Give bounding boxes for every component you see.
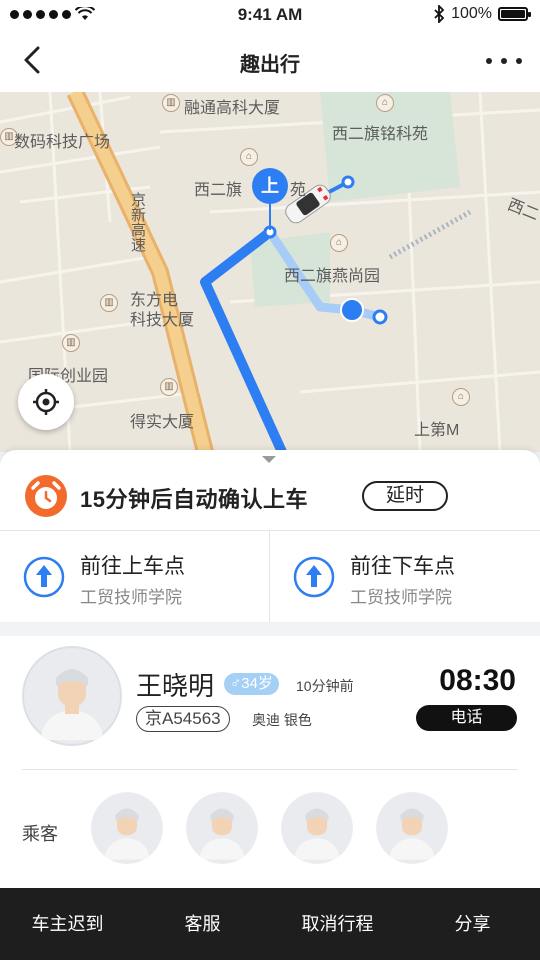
map-label-shangdi: 上第M: [414, 422, 460, 439]
poi-home-icon: ⌂: [452, 388, 470, 406]
customer-service-button[interactable]: 客服: [135, 888, 270, 960]
map-label-shuma: 数码科技广场: [14, 134, 111, 151]
go-to-pickup-button[interactable]: 前往上车点 工贸技师学院: [0, 531, 270, 622]
dropoff-title: 前往下车点: [350, 555, 455, 578]
delay-button[interactable]: 延时: [362, 481, 448, 511]
person-placeholder-icon: [376, 792, 448, 864]
collapse-handle-icon[interactable]: [262, 456, 276, 463]
map-label-dongfang-2: 科技大厦: [130, 312, 195, 329]
map-view[interactable]: ▥ ⌂ ⌂ ⌂ ▥ ▥ ▥ ⌂ ▥ 融通高科大厦 数码科技广场 西二旗铭科苑 西…: [0, 92, 540, 452]
bluetooth-icon: [434, 5, 445, 23]
bottom-action-bar: 车主迟到 客服 取消行程 分享: [0, 888, 540, 960]
passengers-label: 乘客: [22, 824, 58, 844]
person-placeholder-icon: [281, 792, 353, 864]
battery-percent: 100%: [451, 5, 492, 22]
share-button[interactable]: 分享: [405, 888, 540, 960]
poi-home-icon: ⌂: [330, 234, 348, 252]
license-plate: 京A54563: [136, 706, 230, 732]
poi-building-icon: ▥: [160, 378, 178, 396]
more-button[interactable]: [486, 48, 522, 74]
passenger-avatar[interactable]: [91, 792, 163, 864]
pickup-title: 前往上车点: [80, 555, 185, 578]
person-placeholder-icon: [22, 646, 122, 746]
person-placeholder-icon: [91, 792, 163, 864]
passenger-avatar[interactable]: [376, 792, 448, 864]
app-root: 9:41 AM 100% 趣出行 ▥ ⌂ ⌂ ⌂ ▥ ▥ ▥ ⌂ ▥ 融通高科大…: [0, 0, 540, 960]
crosshair-icon: [33, 389, 59, 415]
status-bar: 9:41 AM 100%: [0, 0, 540, 30]
driver-time-ago: 10分钟前: [296, 678, 354, 694]
poi-home-icon: ⌂: [376, 94, 394, 112]
nav-bar: 趣出行: [0, 30, 540, 92]
call-driver-button[interactable]: 电话: [416, 705, 517, 731]
map-label-xierqi: 西二旗: [194, 182, 243, 199]
driver-card: 王晓明 ♂34岁 10分钟前 京A54563 奥迪 银色 08:30 电话 乘客: [0, 636, 540, 888]
map-label-xierqi-suffix: 苑: [290, 182, 307, 199]
arrival-time: 08:30: [439, 664, 516, 697]
car-info: 奥迪 银色: [252, 712, 312, 728]
go-to-dropoff-button[interactable]: 前往下车点 工贸技师学院: [270, 531, 540, 622]
map-label-yanshang: 西二旗燕尚园: [284, 268, 381, 285]
auto-confirm-card: 15分钟后自动确认上车 延时 前往上车点 工贸技师学院 前往下车点 工贸技师学院: [0, 450, 540, 622]
map-label-jingxin: 京新高速: [129, 192, 146, 252]
cancel-trip-button[interactable]: 取消行程: [270, 888, 405, 960]
more-dots-icon: [486, 58, 492, 64]
map-label-xierqi-mingke: 西二旗铭科苑: [332, 126, 429, 143]
poi-home-icon: ⌂: [240, 148, 258, 166]
map-label-rongtong: 融通高科大厦: [184, 100, 281, 117]
auto-confirm-countdown: 15分钟后自动确认上车: [80, 487, 308, 512]
passenger-avatar[interactable]: [186, 792, 258, 864]
map-label-deshi: 得实大厦: [130, 414, 195, 431]
driver-avatar[interactable]: [22, 646, 122, 746]
poi-building-icon: ▥: [100, 294, 118, 312]
person-placeholder-icon: [186, 792, 258, 864]
pickup-pin-stick: [269, 202, 271, 230]
passenger-avatar[interactable]: [281, 792, 353, 864]
poi-building-icon: ▥: [162, 94, 180, 112]
pickup-pin[interactable]: 上: [252, 168, 288, 204]
navigate-arrow-icon: [23, 556, 65, 598]
driver-late-button[interactable]: 车主迟到: [0, 888, 135, 960]
divider: [22, 769, 518, 770]
pickup-address: 工贸技师学院: [80, 588, 182, 607]
battery-icon: [498, 7, 531, 21]
dropoff-address: 工贸技师学院: [350, 588, 452, 607]
locate-button[interactable]: [18, 374, 74, 430]
driver-name: 王晓明: [136, 671, 215, 701]
poi-building-icon: ▥: [62, 334, 80, 352]
page-title: 趣出行: [240, 54, 300, 76]
gender-age-badge: ♂34岁: [224, 673, 279, 695]
navigate-arrow-icon: [293, 556, 335, 598]
alarm-clock-icon: [25, 475, 67, 517]
